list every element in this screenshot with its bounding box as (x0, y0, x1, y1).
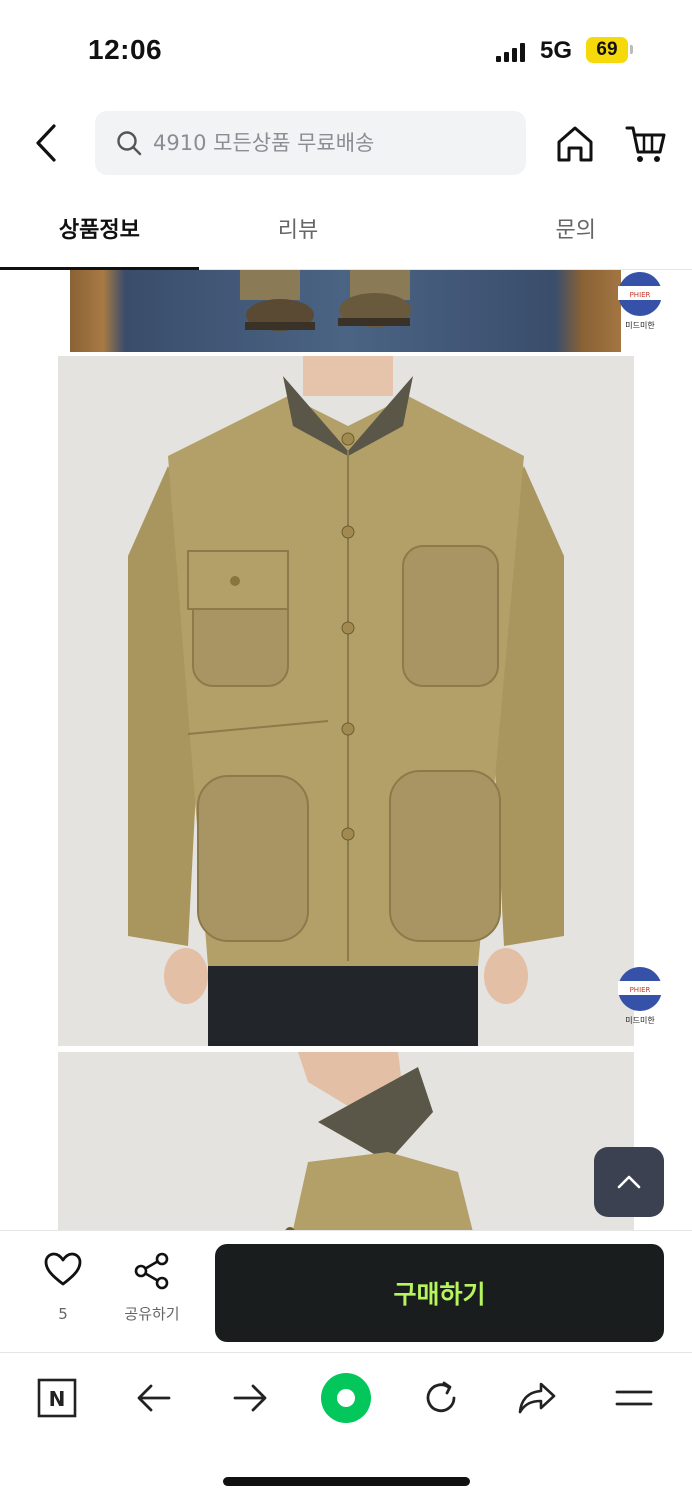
tab-inquiry[interactable]: 문의 (397, 186, 692, 269)
back-arrow-icon (137, 1384, 171, 1412)
product-photo-legs-shoes (70, 270, 621, 352)
browser-back-button[interactable] (129, 1373, 179, 1423)
menu-button[interactable] (609, 1373, 659, 1423)
share-label: 공유하기 (124, 1305, 180, 1323)
like-button[interactable]: 5 (28, 1251, 98, 1341)
green-dot-icon (321, 1373, 371, 1423)
refresh-button[interactable] (416, 1373, 466, 1423)
chevron-up-icon (617, 1175, 641, 1189)
status-time: 12:06 (88, 34, 163, 65)
signal-icon (496, 42, 525, 62)
network-label: 5G (540, 37, 573, 64)
search-icon (117, 131, 142, 156)
product-detail-content[interactable]: PHIER 미드미한 PHIER 미드미한 (0, 270, 692, 1230)
naver-icon: N (37, 1378, 77, 1418)
green-dot-button[interactable] (318, 1370, 374, 1426)
home-button[interactable] (553, 122, 597, 166)
status-bar: 12:06 5G 69 (0, 0, 692, 100)
battery-icon: 69 (586, 37, 628, 63)
naver-home-button[interactable]: N (32, 1373, 82, 1423)
header (0, 100, 692, 186)
search-input[interactable] (153, 131, 513, 155)
home-icon (557, 126, 593, 162)
share-icon (134, 1252, 169, 1290)
buy-button[interactable]: 구매하기 (215, 1244, 664, 1342)
page-share-button[interactable] (512, 1373, 562, 1423)
product-photo-jacket-front (58, 356, 634, 1046)
like-count: 5 (58, 1305, 68, 1323)
cart-button[interactable] (624, 122, 668, 166)
share-arrow-icon (518, 1382, 556, 1414)
product-photo-jacket-side (58, 1052, 634, 1230)
cart-icon (625, 126, 666, 162)
svg-text:PHIER: PHIER (630, 986, 651, 994)
tab-product-info[interactable]: 상품정보 (0, 186, 199, 270)
scroll-to-top-button[interactable] (594, 1147, 664, 1217)
refresh-icon (426, 1381, 456, 1413)
jacket-side-illustration (285, 1052, 473, 1230)
svg-text:PHIER: PHIER (630, 291, 651, 299)
share-button[interactable]: 공유하기 (112, 1251, 192, 1341)
menu-icon (615, 1390, 653, 1406)
browser-forward-button[interactable] (225, 1373, 275, 1423)
purchase-action-bar: 5 공유하기 구매하기 (0, 1230, 692, 1352)
jacket-front-illustration (128, 356, 564, 1046)
battery-tip (630, 45, 633, 54)
home-indicator (223, 1477, 470, 1486)
search-bar[interactable] (95, 111, 526, 175)
svg-text:미드미한: 미드미한 (625, 1016, 655, 1025)
heart-icon (44, 1252, 82, 1286)
back-button[interactable] (28, 120, 64, 166)
brand-watermark-logo-2: PHIER 미드미한 (616, 965, 664, 1025)
brand-watermark-logo: PHIER 미드미한 (616, 270, 664, 330)
back-icon (36, 124, 56, 162)
tab-bar: 상품정보 리뷰 문의 (0, 186, 692, 270)
tab-reviews[interactable]: 리뷰 (199, 186, 398, 269)
svg-text:미드미한: 미드미한 (625, 321, 655, 330)
svg-text:N: N (49, 1387, 66, 1411)
forward-arrow-icon (233, 1384, 267, 1412)
browser-toolbar: N (0, 1352, 692, 1500)
legs-illustration (240, 270, 411, 331)
